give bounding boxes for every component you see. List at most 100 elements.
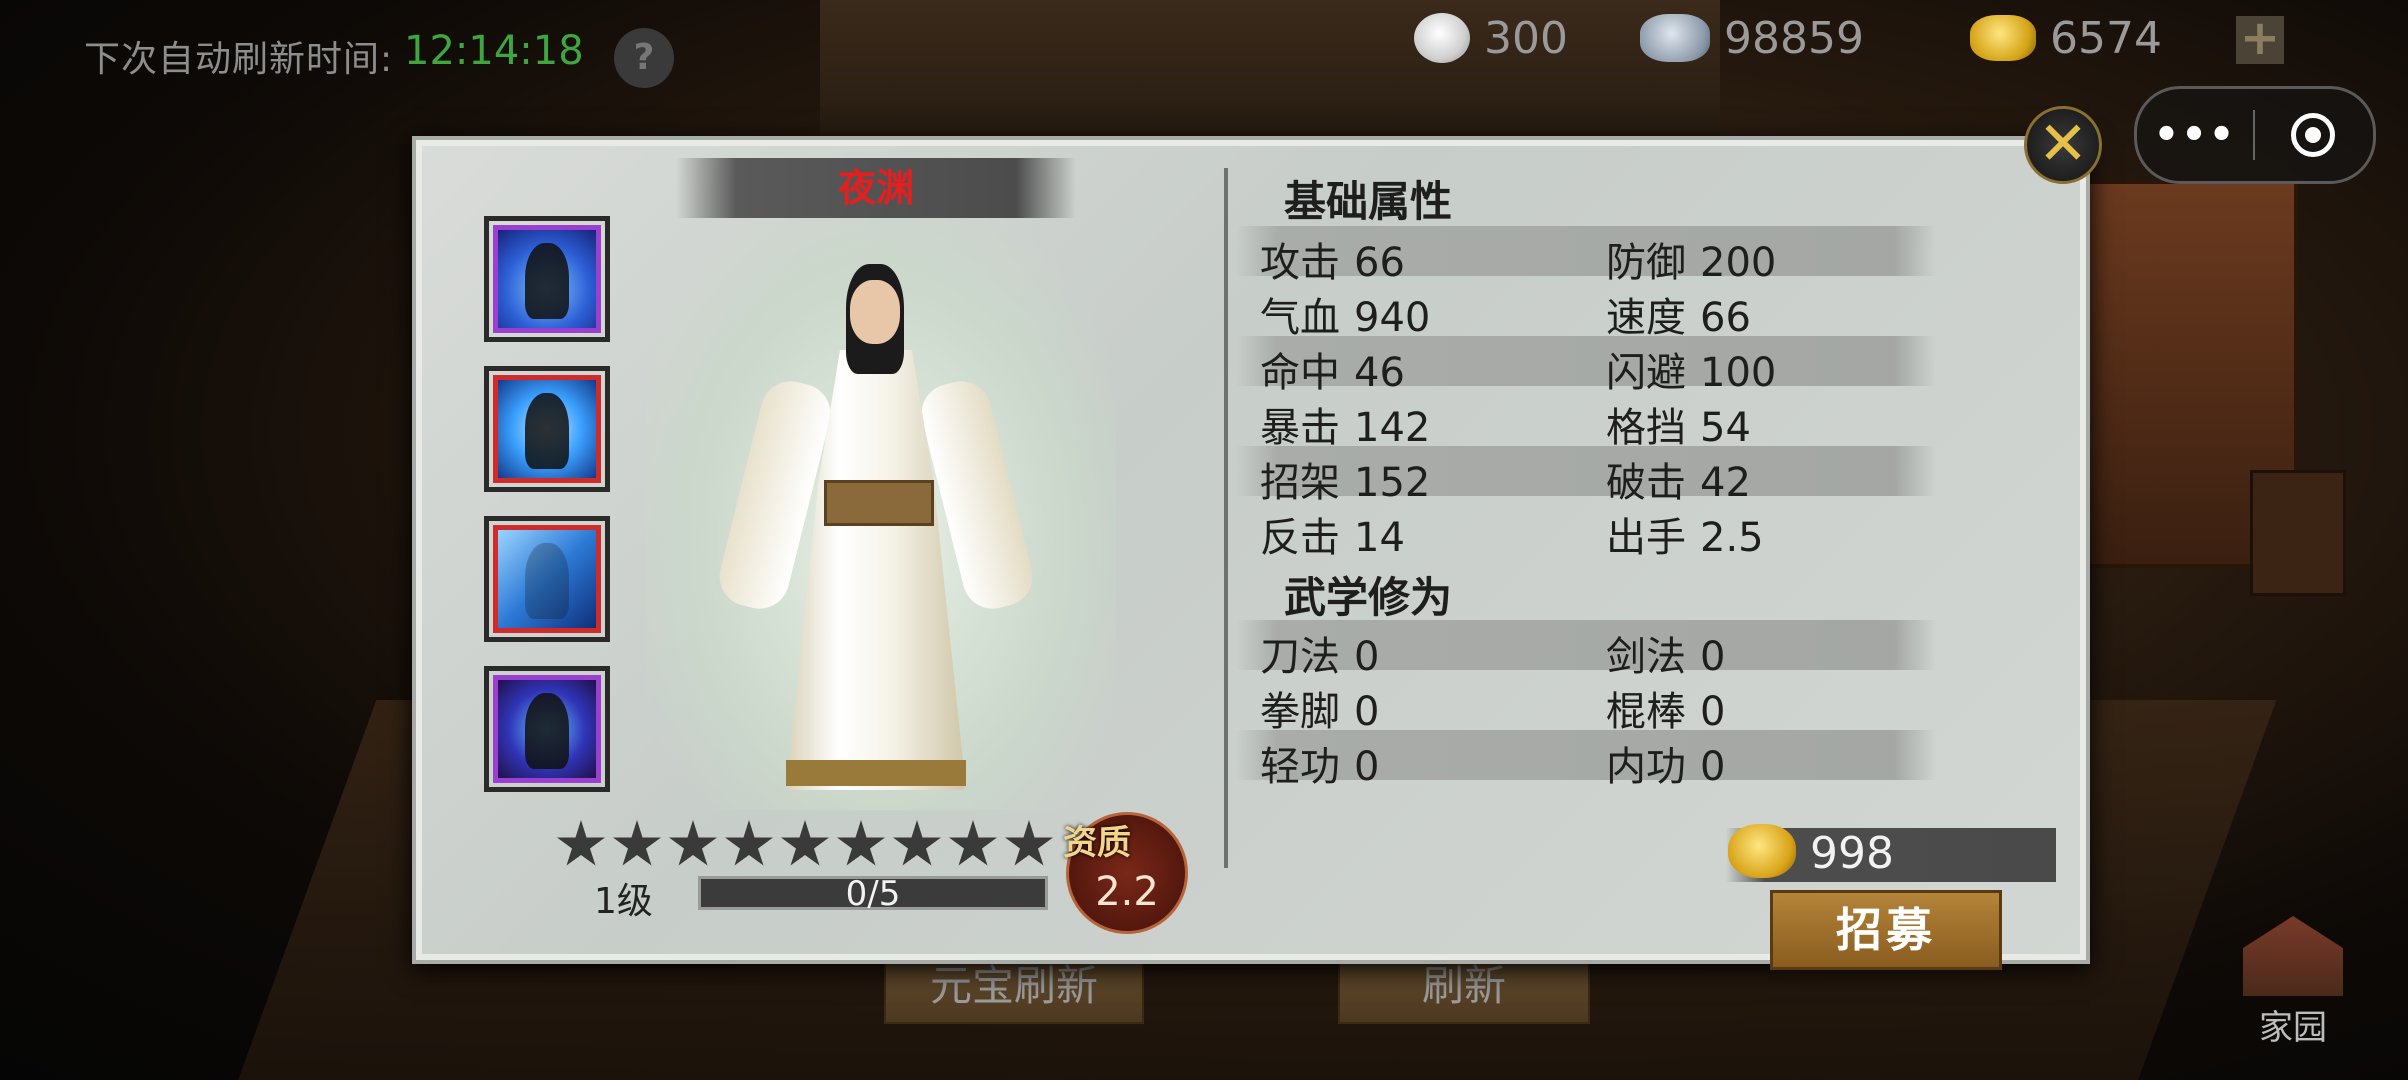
attribute-name: 剑法 [1606,634,1686,680]
attribute-row: 反击 14 出手 2.5 [1236,501,1936,561]
attribute-name: 刀法 [1260,634,1340,680]
gold-ingot-icon [1970,15,2036,61]
attribute-name: 气血 [1260,295,1340,341]
aptitude-value: 2.2 [1095,869,1159,915]
recruit-dialog: 夜渊 1级 0/5 资质 2.2 基础属性 攻击 66 防御 200 气血 940 速度 66… [412,136,2090,970]
skill-1-icon [525,243,569,319]
basic-attributes-title: 基础属性 [1284,177,1453,226]
attribute-name: 破击 [1606,460,1686,506]
attribute-item: 气血 940 [1260,285,1430,343]
attribute-item: 轻功 0 [1260,734,1379,792]
attribute-item: 刀法 0 [1260,624,1379,682]
add-currency-button[interactable]: + [2236,14,2284,64]
attribute-row: 刀法 0 剑法 0 [1236,620,1936,680]
target-icon [2291,113,2335,157]
attribute-item: 内功 0 [1606,734,1725,792]
attribute-row: 暴击 142 格挡 54 [1236,391,1936,451]
attribute-value: 200 [1700,240,1777,286]
attribute-row: 招架 152 破击 42 [1236,446,1936,506]
skill-slot-2[interactable] [484,366,610,492]
star-icon [669,820,717,866]
steamed-bun-icon [1414,13,1470,63]
skill-slot-3[interactable] [484,516,610,642]
more-menu-button[interactable]: ••• [2137,112,2253,158]
attribute-item: 命中 46 [1260,340,1405,398]
attribute-name: 闪避 [1606,350,1686,396]
attribute-name: 棍棒 [1606,689,1686,735]
skill-2-icon [525,393,569,469]
attribute-name: 招架 [1260,460,1340,506]
aptitude-badge: 资质 2.2 [1063,812,1188,934]
attribute-value: 0 [1700,689,1726,735]
auto-refresh-label: 下次自动刷新时间: [84,39,394,80]
attribute-name: 内功 [1606,744,1686,790]
attribute-value: 66 [1354,240,1405,286]
martial-attributes-title: 武学修为 [1284,573,1453,622]
attribute-item: 攻击 66 [1260,230,1405,288]
attribute-item: 暴击 142 [1260,395,1430,453]
attribute-name: 轻功 [1260,744,1340,790]
attribute-item: 防御 200 [1606,230,1776,288]
aptitude-label: 资质 [1063,823,1131,863]
resource-silver-value: 98859 [1724,12,1864,64]
attribute-row: 攻击 66 防御 200 [1236,226,1936,286]
star-icon [613,820,661,866]
star-icon [1005,820,1053,866]
auto-refresh-time: 12:14:18 [404,28,584,74]
attribute-value: 0 [1354,634,1380,680]
star-icon [725,820,773,866]
attribute-name: 暴击 [1260,405,1340,451]
attribute-item: 速度 66 [1606,285,1751,343]
attribute-name: 格挡 [1606,405,1686,451]
attribute-row: 轻功 0 内功 0 [1236,730,1936,790]
attribute-item: 格挡 54 [1606,395,1751,453]
attribute-item: 拳脚 0 [1260,679,1379,737]
resource-bun-value: 300 [1484,12,1568,64]
hero-name: 夜渊 [837,166,914,210]
attribute-item: 剑法 0 [1606,624,1725,682]
star-rating [556,820,1054,870]
attribute-item: 出手 2.5 [1606,505,1764,563]
star-icon [557,820,605,866]
resource-silver: 98859 [1640,12,1864,64]
attribute-value: 42 [1700,460,1751,506]
recruit-button[interactable]: 招募 [1770,890,2002,970]
attribute-value: 152 [1354,460,1431,506]
attribute-item: 闪避 100 [1606,340,1776,398]
hero-name-bar: 夜渊 [676,158,1076,218]
attribute-name: 攻击 [1260,240,1340,286]
attribute-name: 反击 [1260,515,1340,561]
attribute-row: 气血 940 速度 66 [1236,281,1936,341]
attribute-item: 棍棒 0 [1606,679,1725,737]
attribute-item: 招架 152 [1260,450,1430,508]
help-button[interactable]: ? [614,28,674,88]
skill-slot-1[interactable] [484,216,610,342]
gold-ingot-icon [1728,824,1796,878]
skill-4-icon [525,693,569,769]
resource-bun: 300 [1414,12,1568,64]
exp-text: 0/5 [845,874,901,914]
scene-table [2250,470,2346,596]
attribute-value: 66 [1700,295,1751,341]
attribute-name: 速度 [1606,295,1686,341]
attribute-value: 100 [1700,350,1777,396]
recruit-price: 998 [1810,828,1894,879]
attribute-value: 46 [1354,350,1405,396]
hero-level: 1级 [594,881,653,922]
star-icon [949,820,997,866]
home-button[interactable]: 家园 [2238,916,2348,1048]
attribute-row: 命中 46 闪避 100 [1236,336,1936,396]
skill-3-icon [525,543,569,619]
scene-wall [820,0,1720,150]
attribute-value: 940 [1354,295,1431,341]
star-icon [837,820,885,866]
resource-gold: 6574 [1970,13,2162,64]
attribute-name: 防御 [1606,240,1686,286]
house-icon [2243,916,2343,996]
attribute-name: 拳脚 [1260,689,1340,735]
close-icon[interactable]: ✕ [2024,106,2102,184]
attribute-value: 0 [1700,634,1726,680]
mini-program-capsule: ••• [2134,86,2376,184]
exit-mini-program-button[interactable] [2255,113,2371,157]
skill-slot-4[interactable] [484,666,610,792]
